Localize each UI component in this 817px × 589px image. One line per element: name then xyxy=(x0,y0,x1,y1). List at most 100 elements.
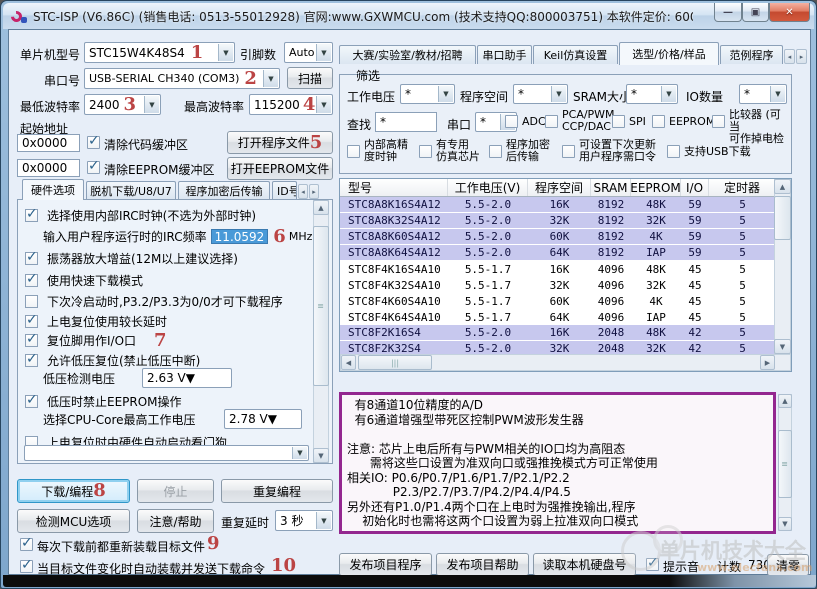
reprogram-button[interactable]: 重复编程 xyxy=(221,479,333,503)
mcu-type-combobox[interactable]: STC15W4K48S4 1 ▼ xyxy=(84,42,235,63)
table-hscrollbar-thumb[interactable]: ||| xyxy=(358,355,432,370)
title-bar[interactable]: STC-ISP (V6.86C) (销售电话: 0513-55012928) 官… xyxy=(3,3,814,29)
filter-combobox-3[interactable]: *▼ xyxy=(626,84,678,104)
chevron-down-icon[interactable]: ▼ xyxy=(268,412,277,426)
footer-checkbox-1[interactable] xyxy=(20,538,33,551)
scroll-up-icon[interactable]: ▲ xyxy=(778,394,792,408)
table-vscrollbar-thumb[interactable] xyxy=(774,196,791,240)
publish-help-button[interactable]: 发布项目帮助 xyxy=(436,553,529,576)
footer-checkbox-2[interactable] xyxy=(20,560,33,573)
filter-checkbox[interactable] xyxy=(652,115,665,128)
table-row[interactable]: STC8F2K16S45.5-2.016K204848K425 xyxy=(340,325,776,341)
stop-button[interactable]: 停止 xyxy=(137,479,214,503)
right-tab-5[interactable]: 范例程序 xyxy=(720,45,783,64)
filter-checkbox[interactable] xyxy=(505,115,518,128)
table-header-cell[interactable]: 型号 xyxy=(340,179,448,196)
scroll-left-icon[interactable]: ◀ xyxy=(341,355,356,370)
filter-checkbox[interactable] xyxy=(347,145,360,158)
serial-port-combobox[interactable]: USB-SERIAL CH340 (COM3) 2 ▼ xyxy=(84,68,280,89)
filter-combobox-4[interactable]: *▼ xyxy=(739,84,787,104)
clear-code-checkbox[interactable] xyxy=(87,136,100,149)
chevron-down-icon[interactable]: ▼ xyxy=(551,86,566,102)
beep-checkbox[interactable] xyxy=(646,558,659,571)
table-row[interactable]: STC8F2K32S45.5-2.032K204832K425 xyxy=(340,341,776,354)
left-tab-2[interactable]: 脱机下载/U8/U7 xyxy=(86,181,176,199)
maximize-button[interactable]: ▣ xyxy=(742,3,769,22)
chevron-down-icon[interactable]: ▼ xyxy=(316,44,331,61)
option-checkbox[interactable] xyxy=(25,354,38,367)
table-header-cell[interactable]: SRAM xyxy=(591,179,631,196)
right-tab-1[interactable]: 大赛/实验室/教材/招聘 xyxy=(339,45,476,64)
open-program-button[interactable]: 打开程序文件 5 xyxy=(227,131,333,154)
left-tab-4[interactable]: ID号 xyxy=(272,181,297,199)
filter-checkbox[interactable] xyxy=(612,115,625,128)
filter-combobox-2[interactable]: *▼ xyxy=(513,84,568,104)
tab-scroll-left-icon[interactable]: ◂ xyxy=(784,49,795,64)
check-mcu-button[interactable]: 检测MCU选项 xyxy=(17,509,130,533)
clear-count-button[interactable]: 清零 xyxy=(767,554,809,576)
filter-checkbox[interactable] xyxy=(562,145,575,158)
right-tab-2[interactable]: 串口助手 xyxy=(477,45,532,64)
scroll-up-icon[interactable]: ▲ xyxy=(774,179,791,194)
publish-program-button[interactable]: 发布项目程序 xyxy=(339,553,432,576)
read-disk-button[interactable]: 读取本机硬盘号 xyxy=(533,553,636,576)
filter-checkbox[interactable] xyxy=(545,115,558,128)
clear-eeprom-checkbox[interactable] xyxy=(87,161,100,174)
option-checkbox[interactable] xyxy=(25,209,38,222)
table-row[interactable]: STC8F4K32S4A105.5-1.732K409632K455 xyxy=(340,277,776,293)
options-scrollbar-thumb[interactable]: ≡ xyxy=(313,226,329,386)
scroll-up-icon[interactable]: ▲ xyxy=(313,200,329,215)
find-input[interactable]: * xyxy=(375,112,437,132)
max-baud-combobox[interactable]: 115200 4 ▼ xyxy=(249,94,333,115)
start-addr-input-2[interactable]: 0x0000 xyxy=(17,159,80,177)
min-baud-combobox[interactable]: 2400 3 ▼ xyxy=(84,94,161,115)
pin-count-combobox[interactable]: Auto ▼ xyxy=(284,42,333,63)
filter-checkbox[interactable] xyxy=(667,145,680,158)
filter-checkbox[interactable] xyxy=(419,145,432,158)
table-row[interactable]: STC8A8K64S4A125.5-2.064K8192IAP595 xyxy=(340,245,776,261)
chevron-down-icon[interactable]: ▼ xyxy=(218,44,233,61)
table-header-cell[interactable]: 工作电压(V) xyxy=(448,179,528,196)
scroll-down-icon[interactable]: ▼ xyxy=(778,517,792,531)
scan-button[interactable]: 扫描 xyxy=(287,67,333,89)
right-tab-3[interactable]: Keil仿真设置 xyxy=(533,45,618,64)
voltage-combobox[interactable]: 2.78 V▼ xyxy=(224,409,302,429)
tab-scroll-right-icon[interactable]: ▸ xyxy=(309,184,319,199)
table-row[interactable]: STC8F4K64S4A105.5-1.764K4096IAP455 xyxy=(340,309,776,325)
chevron-down-icon[interactable]: ▼ xyxy=(770,86,785,102)
table-header-cell[interactable]: EEPROM xyxy=(631,179,681,196)
voltage-combobox[interactable]: 2.63 V▼ xyxy=(142,368,232,388)
chevron-down-icon[interactable]: ▼ xyxy=(144,96,159,113)
filter-combobox-1[interactable]: *▼ xyxy=(400,84,455,104)
table-header-cell[interactable]: I/O xyxy=(681,179,709,196)
repeat-delay-combobox[interactable]: 3 秒 ▼ xyxy=(275,510,333,531)
download-button[interactable]: 下载/编程 8 xyxy=(17,479,130,503)
chevron-down-icon[interactable]: ▼ xyxy=(316,512,331,529)
chevron-down-icon[interactable]: ▼ xyxy=(186,371,195,385)
chip-table-header[interactable]: 型号工作电压(V)程序空间SRAMEEPROMI/O定时器 xyxy=(340,179,776,197)
close-button[interactable]: ✕ xyxy=(769,3,810,22)
table-row[interactable]: STC8A8K32S4A125.5-2.032K819232K595 xyxy=(340,213,776,229)
table-header-cell[interactable]: 定时器 xyxy=(709,179,776,196)
left-tab-1[interactable]: 硬件选项 xyxy=(22,179,84,200)
watchdog-scale-combobox[interactable]: ▼ xyxy=(24,445,309,461)
table-header-cell[interactable]: 程序空间 xyxy=(528,179,591,196)
filter-checkbox[interactable] xyxy=(712,115,725,128)
filter-checkbox[interactable] xyxy=(489,145,502,158)
option-checkbox[interactable] xyxy=(25,334,38,347)
chevron-down-icon[interactable]: ▼ xyxy=(263,70,278,87)
table-row[interactable]: STC8F4K16S4A105.5-1.716K409648K455 xyxy=(340,261,776,277)
start-addr-input-1[interactable]: 0x0000 xyxy=(17,134,80,152)
chevron-down-icon[interactable]: ▼ xyxy=(292,447,307,459)
option-checkbox[interactable] xyxy=(25,274,38,287)
option-checkbox[interactable] xyxy=(25,315,38,328)
help-button[interactable]: 注意/帮助 xyxy=(137,509,214,533)
option-checkbox[interactable] xyxy=(25,395,38,408)
open-eeprom-button[interactable]: 打开EEPROM文件 xyxy=(227,157,333,180)
info-vscrollbar-thumb[interactable]: ≡ xyxy=(778,430,792,498)
table-row[interactable]: STC8A8K16S4A125.5-2.016K819248K595 xyxy=(340,197,776,213)
tab-scroll-right-icon[interactable]: ▸ xyxy=(796,49,807,64)
chevron-down-icon[interactable]: ▼ xyxy=(316,96,331,113)
left-tab-3[interactable]: 程序加密后传输 xyxy=(178,181,270,199)
chevron-down-icon[interactable]: ▼ xyxy=(438,86,453,102)
